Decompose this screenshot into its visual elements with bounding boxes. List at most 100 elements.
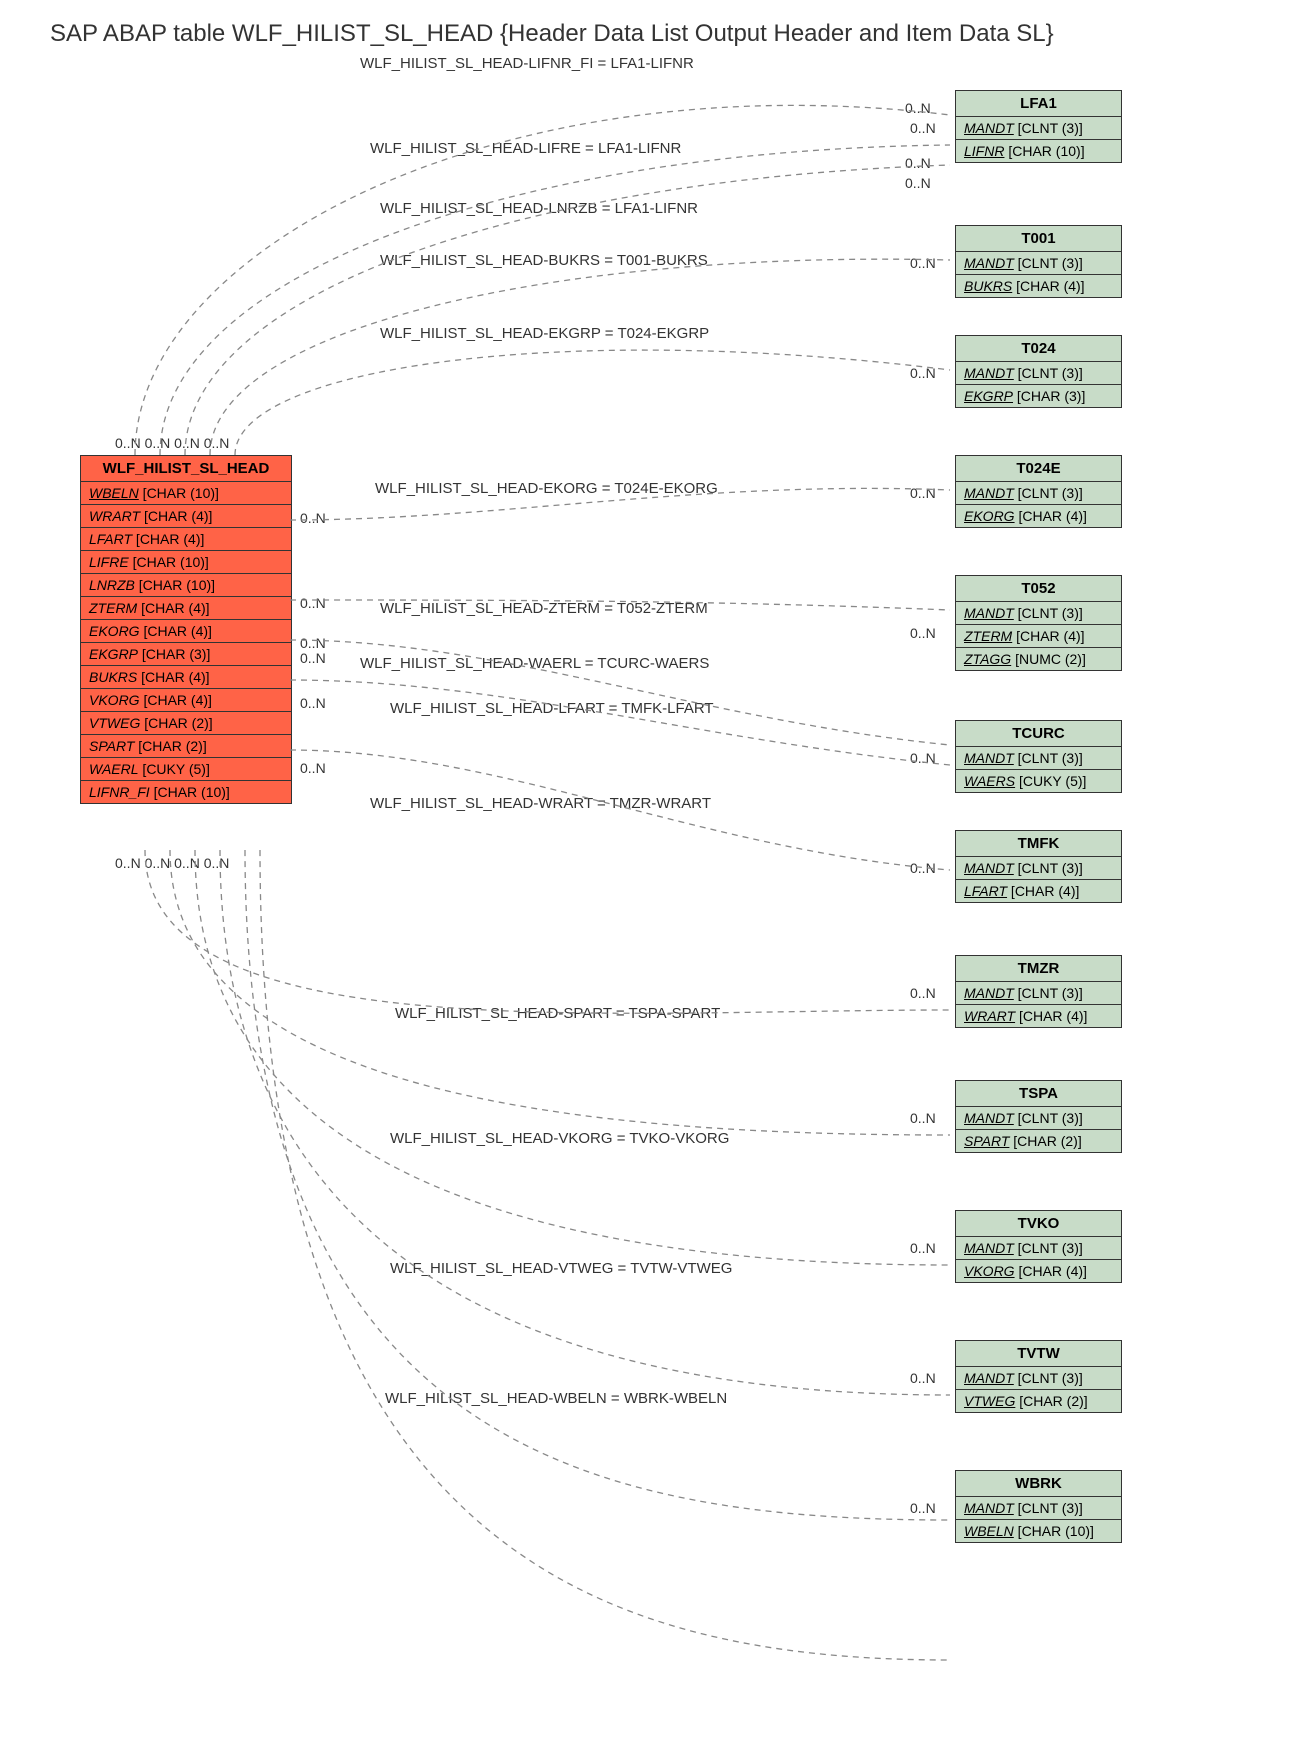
rel-label-13: WLF_HILIST_SL_HEAD-WBELN = WBRK-WBELN — [385, 1390, 727, 1407]
entity-t052-field-mandt: MANDT [CLNT (3)] — [956, 602, 1121, 625]
entity-wbrk-header: WBRK — [956, 1471, 1121, 1497]
entity-t052-field-ztagg: ZTAGG [NUMC (2)] — [956, 648, 1121, 670]
entity-t024-field-mandt: MANDT [CLNT (3)] — [956, 362, 1121, 385]
entity-tcurc: TCURCMANDT [CLNT (3)]WAERS [CUKY (5)] — [955, 720, 1122, 793]
card-mid-left-2: 0..N — [300, 635, 326, 651]
entity-main: WLF_HILIST_SL_HEAD WBELN [CHAR (10)]WRAR… — [80, 455, 292, 804]
card-right-t001: 0..N — [910, 255, 936, 271]
rel-label-3: WLF_HILIST_SL_HEAD-BUKRS = T001-BUKRS — [380, 252, 708, 269]
entity-t052-field-zterm: ZTERM [CHAR (4)] — [956, 625, 1121, 648]
entity-tmfk-field-lfart: LFART [CHAR (4)] — [956, 880, 1121, 902]
entity-t024e-field-ekorg: EKORG [CHAR (4)] — [956, 505, 1121, 527]
card-right-t024e: 0..N — [910, 485, 936, 501]
rel-label-7: WLF_HILIST_SL_HEAD-WAERL = TCURC-WAERS — [360, 655, 709, 672]
entity-main-header: WLF_HILIST_SL_HEAD — [81, 456, 291, 482]
rel-label-8: WLF_HILIST_SL_HEAD-LFART = TMFK-LFART — [390, 700, 714, 717]
entity-lfa1-header: LFA1 — [956, 91, 1121, 117]
card-mid-left-5: 0..N — [300, 760, 326, 776]
entity-tvtw-field-mandt: MANDT [CLNT (3)] — [956, 1367, 1121, 1390]
card-lfa1-extra-0: 0..N — [905, 100, 931, 116]
entity-tmzr-field-mandt: MANDT [CLNT (3)] — [956, 982, 1121, 1005]
card-right-tcurc: 0..N — [910, 750, 936, 766]
main-field-spart: SPART [CHAR (2)] — [81, 735, 291, 758]
main-field-ekorg: EKORG [CHAR (4)] — [81, 620, 291, 643]
card-mid-left-3: 0..N — [300, 650, 326, 666]
rel-label-10: WLF_HILIST_SL_HEAD-SPART = TSPA-SPART — [395, 1005, 720, 1022]
entity-lfa1-field-lifnr: LIFNR [CHAR (10)] — [956, 140, 1121, 162]
entity-t001: T001MANDT [CLNT (3)]BUKRS [CHAR (4)] — [955, 225, 1122, 298]
rel-label-9: WLF_HILIST_SL_HEAD-WRART = TMZR-WRART — [370, 795, 711, 812]
entity-lfa1-field-mandt: MANDT [CLNT (3)] — [956, 117, 1121, 140]
entity-tvko-field-vkorg: VKORG [CHAR (4)] — [956, 1260, 1121, 1282]
entity-tvko: TVKOMANDT [CLNT (3)]VKORG [CHAR (4)] — [955, 1210, 1122, 1283]
main-field-vtweg: VTWEG [CHAR (2)] — [81, 712, 291, 735]
rel-label-0: WLF_HILIST_SL_HEAD-LIFNR_FI = LFA1-LIFNR — [360, 55, 694, 72]
main-field-zterm: ZTERM [CHAR (4)] — [81, 597, 291, 620]
rel-label-4: WLF_HILIST_SL_HEAD-EKGRP = T024-EKGRP — [380, 325, 709, 342]
card-right-t052: 0..N — [910, 625, 936, 641]
main-field-lfart: LFART [CHAR (4)] — [81, 528, 291, 551]
entity-t024e-field-mandt: MANDT [CLNT (3)] — [956, 482, 1121, 505]
entity-tspa-field-mandt: MANDT [CLNT (3)] — [956, 1107, 1121, 1130]
entity-t052-header: T052 — [956, 576, 1121, 602]
entity-t001-header: T001 — [956, 226, 1121, 252]
rel-label-11: WLF_HILIST_SL_HEAD-VKORG = TVKO-VKORG — [390, 1130, 729, 1147]
card-top-cluster: 0..N 0..N 0..N 0..N — [115, 435, 229, 451]
rel-label-2: WLF_HILIST_SL_HEAD-LNRZB = LFA1-LIFNR — [380, 200, 698, 217]
entity-t024-field-ekgrp: EKGRP [CHAR (3)] — [956, 385, 1121, 407]
entity-wbrk-field-mandt: MANDT [CLNT (3)] — [956, 1497, 1121, 1520]
entity-wbrk-field-wbeln: WBELN [CHAR (10)] — [956, 1520, 1121, 1542]
card-lfa1-extra-1: 0..N — [905, 155, 931, 171]
card-right-wbrk: 0..N — [910, 1500, 936, 1516]
entity-t001-field-mandt: MANDT [CLNT (3)] — [956, 252, 1121, 275]
card-right-t024: 0..N — [910, 365, 936, 381]
card-right-tmfk: 0..N — [910, 860, 936, 876]
entity-tmzr-field-wrart: WRART [CHAR (4)] — [956, 1005, 1121, 1027]
entity-tcurc-field-mandt: MANDT [CLNT (3)] — [956, 747, 1121, 770]
entity-tmfk-header: TMFK — [956, 831, 1121, 857]
card-mid-left-0: 0..N — [300, 510, 326, 526]
entity-tspa-field-spart: SPART [CHAR (2)] — [956, 1130, 1121, 1152]
main-field-vkorg: VKORG [CHAR (4)] — [81, 689, 291, 712]
rel-label-6: WLF_HILIST_SL_HEAD-ZTERM = T052-ZTERM — [380, 600, 708, 617]
card-bot-cluster: 0..N 0..N 0..N 0..N — [115, 855, 229, 871]
main-field-wbeln: WBELN [CHAR (10)] — [81, 482, 291, 505]
entity-tmfk: TMFKMANDT [CLNT (3)]LFART [CHAR (4)] — [955, 830, 1122, 903]
card-lfa1-extra-2: 0..N — [905, 175, 931, 191]
main-field-ekgrp: EKGRP [CHAR (3)] — [81, 643, 291, 666]
entity-wbrk: WBRKMANDT [CLNT (3)]WBELN [CHAR (10)] — [955, 1470, 1122, 1543]
entity-t052: T052MANDT [CLNT (3)]ZTERM [CHAR (4)]ZTAG… — [955, 575, 1122, 671]
entity-tmzr-header: TMZR — [956, 956, 1121, 982]
rel-label-5: WLF_HILIST_SL_HEAD-EKORG = T024E-EKORG — [375, 480, 718, 497]
entity-tvtw: TVTWMANDT [CLNT (3)]VTWEG [CHAR (2)] — [955, 1340, 1122, 1413]
card-right-tspa: 0..N — [910, 1110, 936, 1126]
main-field-lifnr_fi: LIFNR_FI [CHAR (10)] — [81, 781, 291, 803]
card-right-tvko: 0..N — [910, 1240, 936, 1256]
entity-tvtw-header: TVTW — [956, 1341, 1121, 1367]
entity-tspa-header: TSPA — [956, 1081, 1121, 1107]
rel-label-1: WLF_HILIST_SL_HEAD-LIFRE = LFA1-LIFNR — [370, 140, 681, 157]
main-field-lifre: LIFRE [CHAR (10)] — [81, 551, 291, 574]
card-right-tmzr: 0..N — [910, 985, 936, 1001]
entity-tcurc-field-waers: WAERS [CUKY (5)] — [956, 770, 1121, 792]
card-mid-left-4: 0..N — [300, 695, 326, 711]
entity-tmfk-field-mandt: MANDT [CLNT (3)] — [956, 857, 1121, 880]
main-field-bukrs: BUKRS [CHAR (4)] — [81, 666, 291, 689]
card-right-tvtw: 0..N — [910, 1370, 936, 1386]
entity-t024e: T024EMANDT [CLNT (3)]EKORG [CHAR (4)] — [955, 455, 1122, 528]
card-right-lfa1: 0..N — [910, 120, 936, 136]
rel-label-12: WLF_HILIST_SL_HEAD-VTWEG = TVTW-VTWEG — [390, 1260, 732, 1277]
entity-t024: T024MANDT [CLNT (3)]EKGRP [CHAR (3)] — [955, 335, 1122, 408]
entity-lfa1: LFA1MANDT [CLNT (3)]LIFNR [CHAR (10)] — [955, 90, 1122, 163]
diagram-title: SAP ABAP table WLF_HILIST_SL_HEAD {Heade… — [50, 20, 1054, 48]
entity-t024-header: T024 — [956, 336, 1121, 362]
entity-tspa: TSPAMANDT [CLNT (3)]SPART [CHAR (2)] — [955, 1080, 1122, 1153]
main-field-lnrzb: LNRZB [CHAR (10)] — [81, 574, 291, 597]
main-field-waerl: WAERL [CUKY (5)] — [81, 758, 291, 781]
entity-tmzr: TMZRMANDT [CLNT (3)]WRART [CHAR (4)] — [955, 955, 1122, 1028]
entity-tvko-header: TVKO — [956, 1211, 1121, 1237]
entity-tvtw-field-vtweg: VTWEG [CHAR (2)] — [956, 1390, 1121, 1412]
entity-t024e-header: T024E — [956, 456, 1121, 482]
entity-t001-field-bukrs: BUKRS [CHAR (4)] — [956, 275, 1121, 297]
entity-tvko-field-mandt: MANDT [CLNT (3)] — [956, 1237, 1121, 1260]
